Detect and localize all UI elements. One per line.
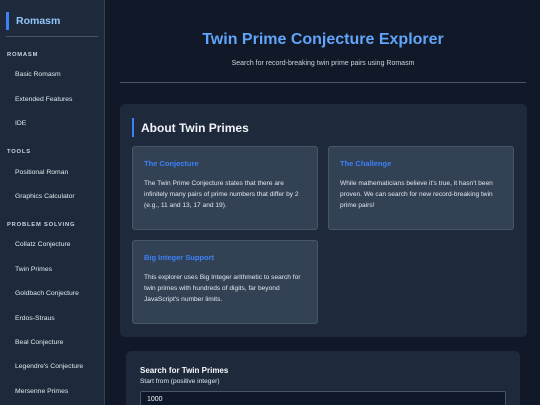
card-line: proven. We can search for new record-bre… <box>340 191 493 198</box>
page-title: Twin Prime Conjecture Explorer <box>202 31 444 48</box>
card-line: The Twin Prime Conjecture states that th… <box>144 180 284 187</box>
sidebar-divider <box>6 36 98 37</box>
about-accent-bar <box>132 118 134 137</box>
sidebar-item-erdos-straus[interactable]: Erdos-Straus <box>15 315 55 322</box>
card-body: This explorer uses Big Integer arithmeti… <box>144 272 301 305</box>
sidebar-section-romasm: ROMASM <box>7 52 39 58</box>
start-from-label: Start from (positive integer) <box>140 378 220 385</box>
sidebar: Romasm ROMASM Basic Romasm Extended Feat… <box>0 0 105 405</box>
card-line: infinitely many pairs of prime numbers t… <box>144 191 299 198</box>
about-panel: About Twin Primes The Conjecture The Twi… <box>120 104 527 337</box>
sidebar-item-collatz-conjecture[interactable]: Collatz Conjecture <box>15 241 71 248</box>
sidebar-item-mersenne-primes[interactable]: Mersenne Primes <box>15 388 68 395</box>
sidebar-item-legendres-conjecture[interactable]: Legendre's Conjecture <box>15 363 83 370</box>
card-line: twin primes with hundreds of digits, far… <box>144 285 280 292</box>
sidebar-item-beal-conjecture[interactable]: Beal Conjecture <box>15 339 63 346</box>
card-line: While mathematicians believe it's true, … <box>340 180 493 187</box>
sidebar-brand[interactable]: Romasm <box>6 12 60 30</box>
card-line: JavaScript's number limits. <box>144 296 223 303</box>
card-title: The Conjecture <box>144 159 199 168</box>
card-conjecture: The Conjecture The Twin Prime Conjecture… <box>132 146 318 230</box>
search-title: Search for Twin Primes <box>140 366 229 375</box>
sidebar-item-basic-romasm[interactable]: Basic Romasm <box>15 71 61 78</box>
sidebar-item-positional-roman[interactable]: Positional Roman <box>15 169 68 176</box>
sidebar-item-twin-primes[interactable]: Twin Primes <box>15 266 52 273</box>
sidebar-section-problem-solving: PROBLEM SOLVING <box>7 222 76 228</box>
sidebar-item-ide[interactable]: IDE <box>15 120 26 127</box>
sidebar-item-extended-features[interactable]: Extended Features <box>15 96 72 103</box>
main-content: Twin Prime Conjecture Explorer Search fo… <box>106 0 540 405</box>
card-big-integer-support: Big Integer Support This explorer uses B… <box>132 240 318 324</box>
start-from-input[interactable] <box>140 391 506 405</box>
sidebar-section-tools: TOOLS <box>7 149 31 155</box>
sidebar-item-graphics-calculator[interactable]: Graphics Calculator <box>15 193 75 200</box>
card-body: While mathematicians believe it's true, … <box>340 178 493 211</box>
card-line: prime pairs! <box>340 202 375 209</box>
page-subtitle: Search for record-breaking twin prime pa… <box>231 60 415 67</box>
card-title: The Challenge <box>340 159 392 168</box>
card-challenge: The Challenge While mathematicians belie… <box>328 146 514 230</box>
card-body: The Twin Prime Conjecture states that th… <box>144 178 299 211</box>
header-divider <box>120 82 526 83</box>
card-line: This explorer uses Big Integer arithmeti… <box>144 274 301 281</box>
card-title: Big Integer Support <box>144 253 214 262</box>
sidebar-item-goldbach-conjecture[interactable]: Goldbach Conjecture <box>15 290 79 297</box>
about-title: About Twin Primes <box>141 121 249 135</box>
card-line: (e.g., 11 and 13, 17 and 19). <box>144 202 227 209</box>
search-panel: Search for Twin Primes Start from (posit… <box>126 351 520 405</box>
